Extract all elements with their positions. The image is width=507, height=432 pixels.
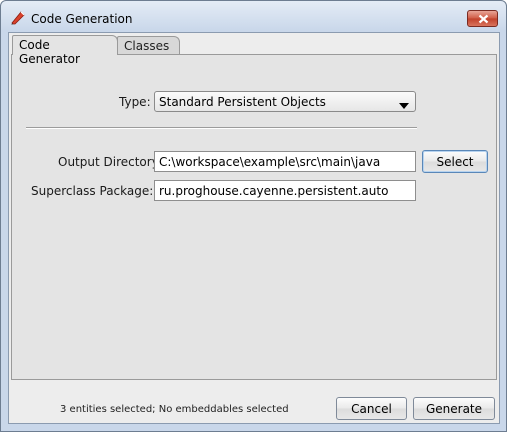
tab-bar: Code Generator Classes (9, 33, 499, 66)
close-button[interactable] (467, 10, 498, 27)
close-icon (478, 14, 489, 24)
separator (26, 127, 417, 129)
tab-code-generator[interactable]: Code Generator (12, 35, 118, 66)
dropdown-arrow-icon (399, 98, 409, 112)
code-generation-dialog: Code Generation Code Generator Classes T… (0, 0, 507, 432)
output-directory-field[interactable]: C:\workspace\example\src\main\java (154, 151, 416, 172)
dialog-content: Code Generator Classes Type: Standard Pe… (8, 32, 500, 424)
code-generator-panel: Type: Standard Persistent Objects Output… (11, 54, 497, 380)
superclass-package-label: Superclass Package: (31, 184, 154, 198)
generate-button[interactable]: Generate (413, 397, 495, 420)
superclass-package-field[interactable]: ru.proghouse.cayenne.persistent.auto (154, 180, 416, 201)
selection-status: 3 entities selected; No embeddables sele… (60, 404, 289, 415)
type-select-value: Standard Persistent Objects (159, 95, 326, 109)
type-select[interactable]: Standard Persistent Objects (154, 91, 416, 112)
window-title: Code Generation (31, 12, 133, 26)
pencil-icon (10, 10, 26, 26)
output-directory-label: Output Directory: (58, 155, 162, 169)
select-button[interactable]: Select (422, 150, 488, 173)
title-bar: Code Generation (1, 1, 506, 31)
type-label: Type: (119, 95, 151, 109)
tab-classes[interactable]: Classes (117, 36, 180, 55)
cancel-button[interactable]: Cancel (336, 397, 407, 420)
